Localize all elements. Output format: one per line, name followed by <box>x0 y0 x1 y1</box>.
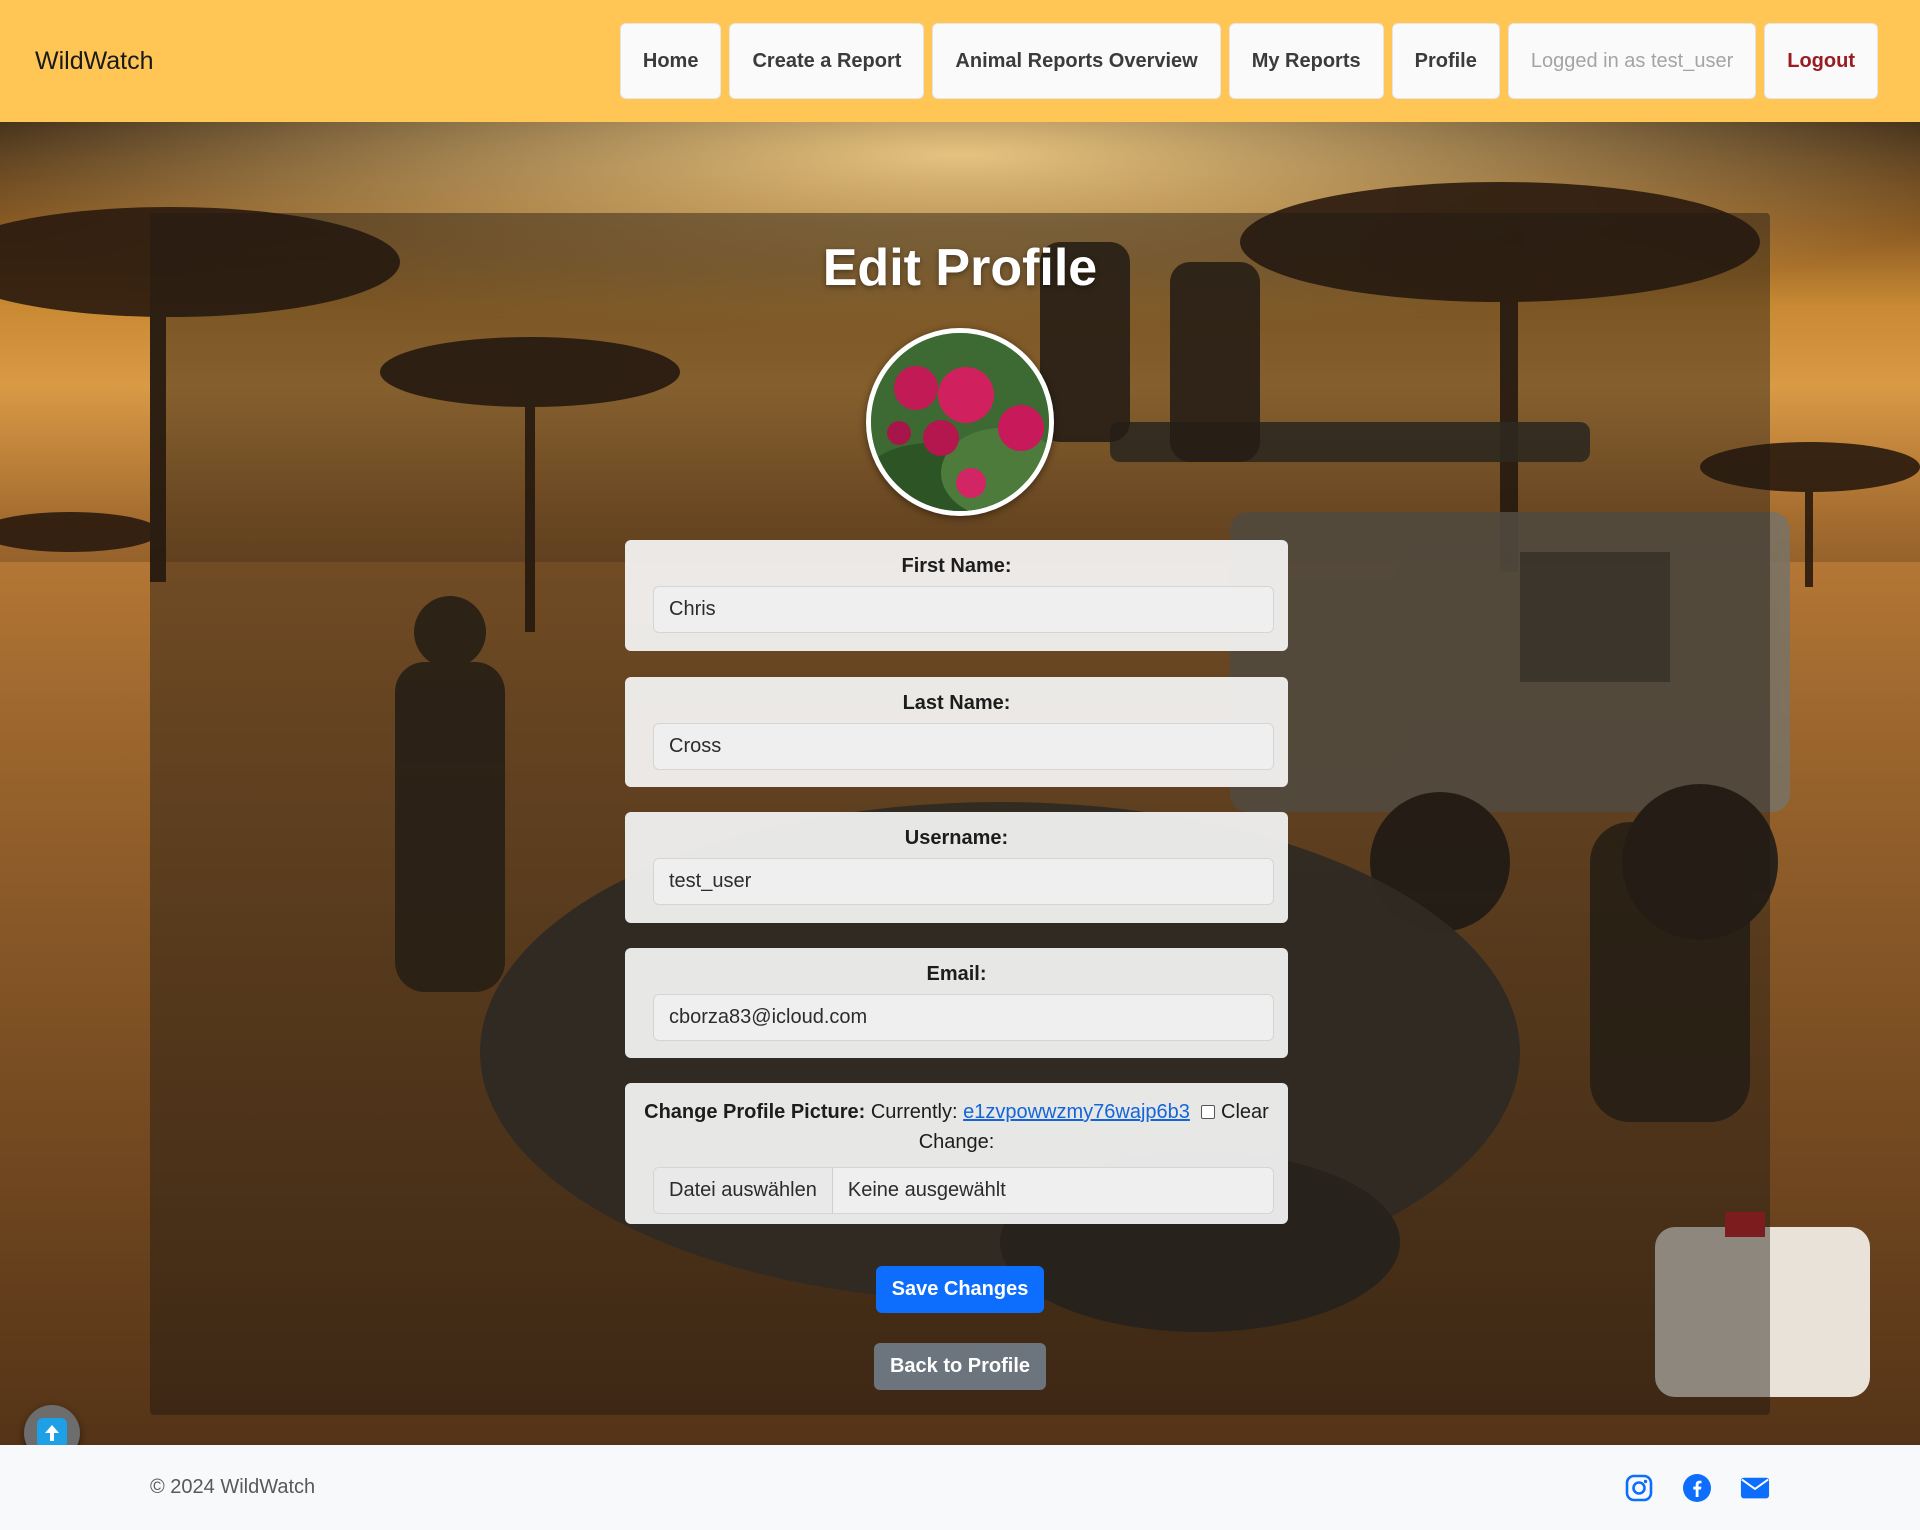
logout-button[interactable]: Logout <box>1764 23 1878 99</box>
no-file-label: Keine ausgewählt <box>847 1179 1006 1201</box>
username-input[interactable]: test_user <box>653 858 1274 905</box>
current-file-link[interactable]: e1zvpowwzmy76wajp6b3 <box>963 1101 1190 1123</box>
first-name-input[interactable]: Chris <box>653 586 1274 633</box>
email-group: Email: cborza83@icloud.com <box>625 948 1288 1058</box>
navbar: WildWatch Home Create a Report Animal Re… <box>0 0 1920 122</box>
back-to-profile-button[interactable]: Back to Profile <box>874 1343 1046 1390</box>
logged-in-status: Logged in as test_user <box>1507 23 1757 99</box>
nav-menu: Home Create a Report Animal Reports Over… <box>619 23 1878 99</box>
file-input[interactable]: Datei auswählen Keine ausgewählt <box>653 1167 1274 1214</box>
first-name-group: First Name: Chris <box>625 540 1288 651</box>
clear-label: Clear <box>1221 1101 1269 1123</box>
username-group: Username: test_user <box>625 812 1288 923</box>
mail-icon[interactable] <box>1740 1473 1770 1503</box>
copyright-text: © 2024 WildWatch <box>150 1476 316 1498</box>
facebook-icon[interactable] <box>1682 1473 1712 1503</box>
last-name-group: Last Name: Cross <box>625 677 1288 787</box>
instagram-icon[interactable] <box>1624 1473 1654 1503</box>
profile-picture-group: Change Profile Picture: Currently: e1zvp… <box>625 1083 1288 1224</box>
nav-profile-button[interactable]: Profile <box>1391 23 1500 99</box>
email-label: Email: <box>926 963 987 985</box>
first-name-label: First Name: <box>901 555 1012 577</box>
profile-picture-flowers <box>871 333 1049 511</box>
profile-picture-label: Change Profile Picture: <box>644 1101 866 1123</box>
currently-label: Currently: <box>870 1101 958 1123</box>
nav-create-report-button[interactable]: Create a Report <box>729 23 925 99</box>
footer: © 2024 WildWatch <box>0 1445 1920 1530</box>
brand-logo[interactable]: WildWatch <box>35 47 154 76</box>
avatar <box>866 328 1054 516</box>
clear-checkbox[interactable] <box>1201 1105 1216 1119</box>
last-name-input[interactable]: Cross <box>653 723 1274 770</box>
social-links <box>1624 1473 1770 1503</box>
username-label: Username: <box>904 827 1009 849</box>
change-label: Change: <box>918 1131 995 1153</box>
arrow-up-icon <box>37 1418 67 1448</box>
choose-file-button[interactable]: Datei auswählen <box>654 1168 833 1213</box>
profile-picture-row: Change Profile Picture: Currently: e1zvp… <box>625 1097 1288 1157</box>
page-title: Edit Profile <box>822 239 1098 297</box>
nav-home-button[interactable]: Home <box>619 23 722 99</box>
email-input[interactable]: cborza83@icloud.com <box>653 994 1274 1041</box>
last-name-label: Last Name: <box>902 692 1011 714</box>
save-changes-button[interactable]: Save Changes <box>876 1266 1044 1313</box>
nav-my-reports-button[interactable]: My Reports <box>1228 23 1384 99</box>
nav-reports-overview-button[interactable]: Animal Reports Overview <box>932 23 1221 99</box>
